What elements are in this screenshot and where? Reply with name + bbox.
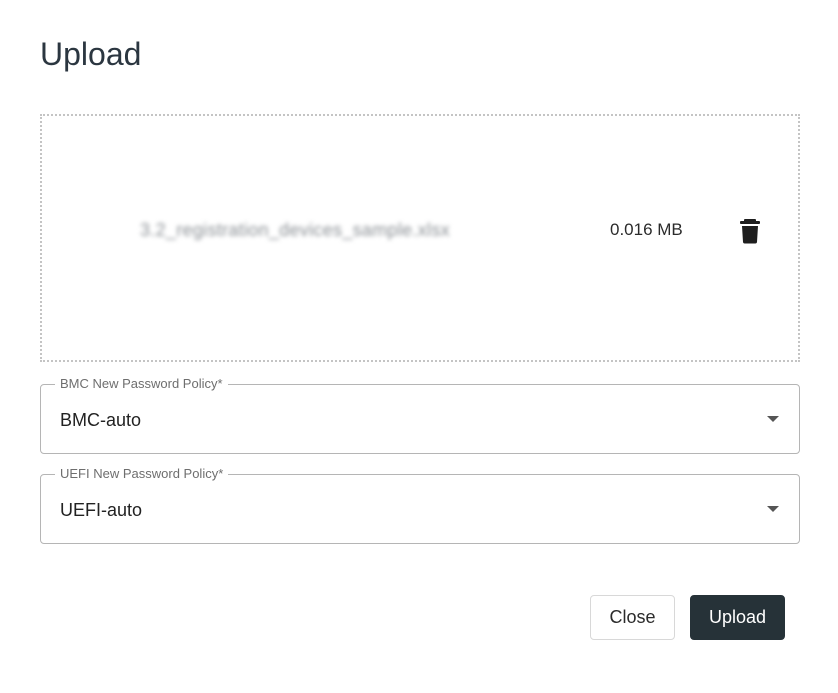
file-dropzone[interactable]: 3.2_registration_devices_sample.xlsx 0.0… [40,114,800,362]
bmc-password-policy-value: BMC-auto [60,410,142,430]
caret-down-icon[interactable] [767,416,779,422]
upload-dialog: Upload 3.2_registration_devices_sample.x… [0,0,838,693]
file-size: 0.016 MB [610,220,683,239]
bmc-password-policy-select[interactable]: BMC New Password Policy* BMC-auto [40,376,800,454]
file-name: 3.2_registration_devices_sample.xlsx [140,220,450,240]
trash-icon[interactable] [739,218,761,244]
dialog-title: Upload [40,36,142,72]
upload-button[interactable]: Upload [690,595,785,640]
uefi-password-policy-value: UEFI-auto [60,500,143,520]
bmc-password-policy-label: BMC New Password Policy* [55,376,228,392]
caret-down-icon[interactable] [767,506,779,512]
uefi-password-policy-select[interactable]: UEFI New Password Policy* UEFI-auto [40,466,800,544]
uefi-password-policy-label: UEFI New Password Policy* [55,466,229,482]
close-button[interactable]: Close [590,595,675,640]
